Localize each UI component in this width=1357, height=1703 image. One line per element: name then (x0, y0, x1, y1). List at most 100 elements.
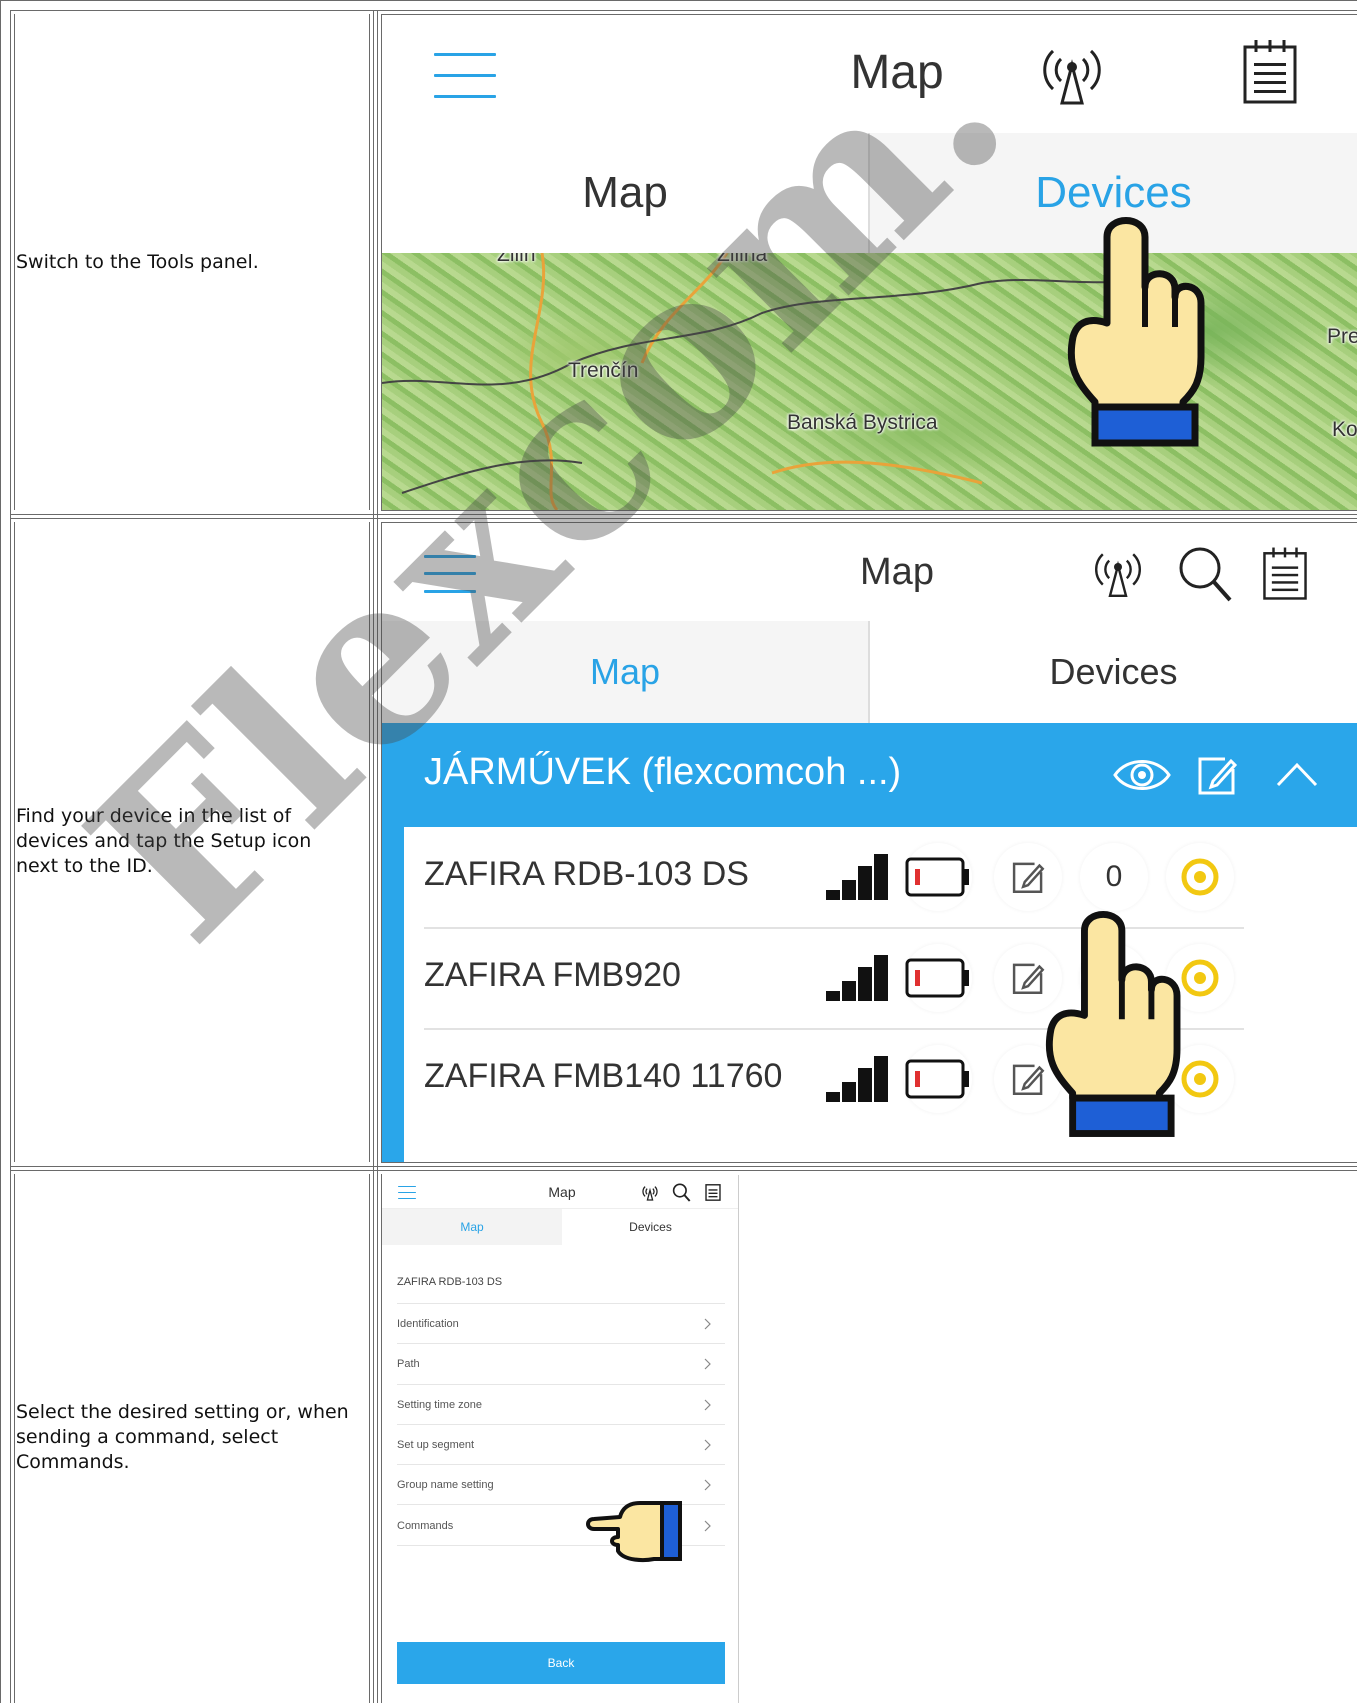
instruction-text-step-1: Switch to the Tools panel. (16, 251, 259, 273)
settings-device-name: ZAFIRA RDB-103 DS (397, 1276, 503, 1288)
settings-item[interactable]: Path (397, 1344, 725, 1385)
table-border-left-outer (0, 0, 1, 1703)
battery-indicator (904, 1045, 972, 1113)
device-rows: ZAFIRA RDB-103 DS0ZAFIRA FMB9200ZAFIRA F… (382, 827, 1357, 1162)
edit-icon (1012, 1064, 1045, 1095)
signal-strength-icon (826, 955, 888, 1001)
chevron-right-icon (704, 1399, 711, 1411)
settings-item-label: Group name setting (397, 1479, 494, 1492)
device-row[interactable]: ZAFIRA FMB9200 (404, 928, 1357, 1030)
table-border-left-inner (10, 10, 11, 1703)
map-label-city: Trenčín (568, 359, 639, 382)
settings-item-label: Commands (397, 1519, 454, 1532)
app-header: Map (382, 1175, 738, 1209)
instruction-text-step-2: Find your device in the list of devices … (16, 805, 312, 877)
map-view[interactable]: Zilin Zilina Trenčín Banská Bystrica Pre… (382, 253, 1357, 510)
chevron-right-icon (704, 1520, 711, 1531)
hamburger-menu-icon[interactable] (424, 555, 476, 593)
tab-map[interactable]: Map (382, 133, 870, 253)
cell-inner-right-2 (369, 522, 370, 1162)
notepad-icon[interactable] (1262, 545, 1308, 601)
edit-icon[interactable] (1195, 753, 1239, 797)
tab-devices-label: Devices (629, 1220, 672, 1234)
settings-item[interactable]: Set up segment (397, 1425, 725, 1466)
battery-indicator (904, 944, 972, 1012)
tab-devices[interactable]: Devices (562, 1209, 738, 1245)
antenna-icon[interactable] (641, 1183, 659, 1201)
tab-devices-label: Devices (1049, 651, 1178, 692)
group-title: JÁRMŰVEK (flexcomcoh ...) (424, 751, 902, 793)
edit-icon (1012, 862, 1045, 893)
battery-low-icon (905, 958, 969, 998)
notepad-icon[interactable] (705, 1182, 721, 1201)
tab-devices[interactable]: Devices (870, 621, 1357, 723)
cell-inner-left-2 (14, 522, 15, 1162)
page-title: Map (850, 46, 944, 99)
tab-map[interactable]: Map (382, 621, 870, 723)
settings-item-label: Identification (397, 1318, 459, 1330)
tab-map[interactable]: Map (382, 1209, 562, 1245)
app-header: Map (382, 523, 1357, 621)
back-button[interactable]: Back (397, 1642, 725, 1684)
setup-button[interactable] (994, 843, 1062, 911)
chevron-right-icon (704, 1358, 711, 1370)
signal-strength-icon (826, 1056, 888, 1102)
search-icon[interactable] (672, 1183, 691, 1202)
app-header: Map (382, 15, 1357, 133)
map-label-city: Zilina (717, 253, 768, 266)
settings-item[interactable]: Setting time zone (397, 1385, 725, 1425)
settings-item-label: Set up segment (397, 1438, 475, 1451)
screenshot-device-list: Map Map Devices JÁRMŰVEK (flexcomcoh ...… (382, 523, 1357, 1162)
img-frame-bottom-2 (381, 1162, 1357, 1163)
table-border-top-outer (0, 0, 1357, 1)
antenna-icon[interactable] (1037, 37, 1107, 107)
device-row[interactable]: ZAFIRA FMB140 117600 (404, 1029, 1357, 1130)
cell-inner-right-1 (369, 14, 370, 510)
chevron-up-icon[interactable] (1275, 759, 1319, 789)
device-name: ZAFIRA FMB140 11760 (424, 1057, 783, 1095)
map-label-city: Ko (1332, 418, 1357, 441)
table-border-top-inner (10, 10, 1357, 11)
pointing-hand-icon (1045, 911, 1181, 1137)
instruction-text-step-3: Select the desired setting or, when send… (16, 1401, 349, 1473)
count-badge: 0 (1080, 843, 1148, 911)
row-divider-1b (10, 518, 1357, 519)
hamburger-menu-icon[interactable] (398, 1186, 416, 1199)
signal-strength-icon (826, 854, 888, 900)
tab-bar: Map Devices (382, 1209, 738, 1245)
page-title: Map (860, 551, 934, 593)
search-icon[interactable] (1177, 545, 1233, 603)
column-divider-b (377, 10, 378, 1703)
screenshot-switch-tab: Map Map Devices Zilin Zilina Trenčín Ban… (382, 15, 1357, 510)
edit-icon (1012, 963, 1045, 994)
settings-item[interactable]: Identification (397, 1304, 725, 1345)
chevron-right-icon (704, 1479, 711, 1491)
map-label-city: Zilin (497, 253, 536, 266)
settings-item-label: Setting time zone (397, 1398, 482, 1411)
chevron-right-icon (704, 1318, 711, 1330)
count-value: 0 (1105, 860, 1123, 893)
tab-map-label: Map (582, 168, 668, 217)
target-icon (1181, 1060, 1219, 1098)
tab-map-label: Map (589, 651, 661, 692)
locate-button[interactable] (1166, 843, 1234, 911)
map-label-city: Banská Bystrica (787, 411, 938, 434)
antenna-icon[interactable] (1090, 543, 1146, 599)
settings-item-label: Path (397, 1358, 420, 1371)
cell-inner-right-3 (369, 1174, 370, 1703)
tab-bar: Map Devices (382, 621, 1357, 723)
device-group-header[interactable]: JÁRMŰVEK (flexcomcoh ...) (382, 723, 1357, 827)
tab-map-label: Map (460, 1220, 484, 1234)
column-divider-a (373, 10, 374, 1703)
pointing-hand-icon (1067, 217, 1205, 447)
notepad-icon[interactable] (1242, 37, 1298, 105)
tab-bar: Map Devices (382, 133, 1357, 253)
row-divider-1a (10, 514, 1357, 515)
eye-icon[interactable] (1112, 755, 1172, 795)
device-row[interactable]: ZAFIRA RDB-103 DS 0 (404, 827, 1357, 929)
battery-low-icon (905, 857, 969, 897)
hamburger-menu-icon[interactable] (434, 53, 496, 99)
battery-low-icon (905, 1059, 969, 1099)
map-label-city: Pre (1327, 325, 1357, 348)
back-button-label: Back (547, 1656, 575, 1670)
